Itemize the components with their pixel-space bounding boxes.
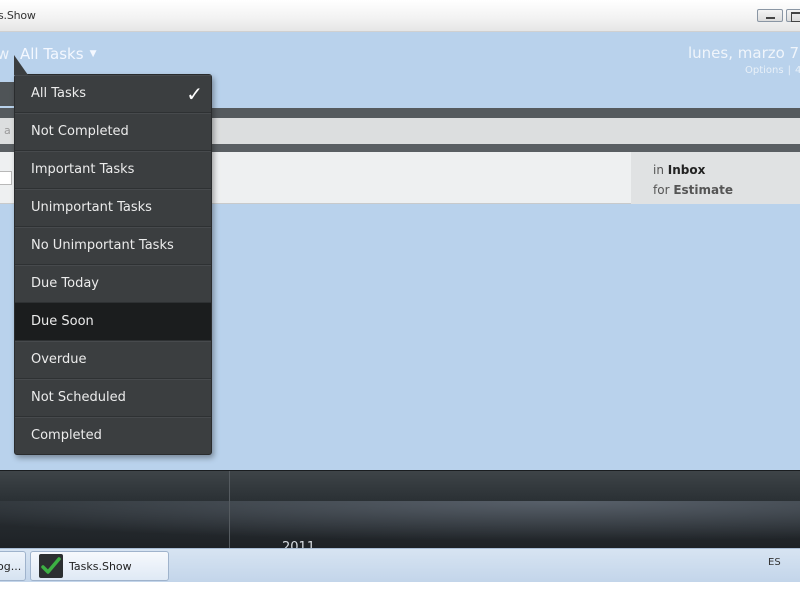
title-bar: s.Show — [0, 0, 800, 32]
menu-item-unimportant-tasks[interactable]: Unimportant Tasks — [15, 189, 211, 227]
menu-item-important-tasks[interactable]: Important Tasks — [15, 151, 211, 189]
in-prefix: in — [653, 163, 664, 177]
maximize-button[interactable] — [786, 9, 800, 22]
task-tag-name[interactable]: Estimate — [673, 183, 733, 197]
view-filter-menu: All Tasks ✓ Not Completed Important Task… — [14, 55, 212, 455]
menu-item-due-today[interactable]: Due Today — [15, 265, 211, 303]
options-link[interactable]: Options — [745, 65, 784, 76]
taskbar-item-other-label: og... — [0, 559, 22, 573]
menu-item-label: Not Completed — [31, 124, 129, 139]
task-meta: in Inbox for Estimate — [631, 152, 800, 204]
menu-item-label: All Tasks — [31, 86, 87, 101]
calendar-panel: 2011 — [0, 470, 800, 555]
menu-item-no-unimportant-tasks[interactable]: No Unimportant Tasks — [15, 227, 211, 265]
view-prefix-label: w — [0, 45, 10, 63]
current-date: lunes, marzo 7, 2 — [688, 44, 800, 62]
screen-edge — [0, 582, 800, 600]
task-list-info: in Inbox — [653, 163, 705, 177]
panel-gloss — [0, 501, 800, 549]
checkmark-icon: ✓ — [186, 82, 203, 106]
menu-item-label: Overdue — [31, 352, 87, 367]
taskbar: og... Tasks.Show — [0, 548, 800, 582]
view-filter-dropdown[interactable]: All Tasks ▼ — [20, 45, 96, 63]
task-checkbox[interactable] — [0, 171, 12, 185]
caret-down-icon: ▼ — [89, 49, 97, 59]
add-task-tab[interactable] — [0, 82, 14, 106]
menu-item-label: Unimportant Tasks — [31, 200, 152, 215]
for-prefix: for — [653, 183, 670, 197]
menu-item-label: Completed — [31, 428, 102, 443]
menu-item-all-tasks[interactable]: All Tasks ✓ — [15, 75, 211, 113]
menu-item-label: Due Today — [31, 276, 99, 291]
menu-pointer — [14, 55, 28, 75]
menu-item-label: Not Scheduled — [31, 390, 126, 405]
menu-item-label: No Unimportant Tasks — [31, 238, 174, 253]
taskbar-item-tasks-show-label: Tasks.Show — [69, 559, 132, 573]
header-links: Options | 4 — [745, 65, 800, 76]
menu-item-not-scheduled[interactable]: Not Scheduled — [15, 379, 211, 417]
language-indicator[interactable]: ES — [768, 557, 781, 568]
search-placeholder: a — [4, 124, 11, 137]
window-title: s.Show — [0, 9, 36, 22]
panel-divider — [229, 471, 230, 549]
taskbar-item-tasks-show[interactable]: Tasks.Show — [30, 551, 169, 581]
header-link-2[interactable]: 4 — [795, 65, 800, 76]
task-list-name[interactable]: Inbox — [668, 163, 706, 177]
link-separator: | — [787, 65, 791, 76]
menu-item-label: Important Tasks — [31, 162, 135, 177]
minimize-button[interactable] — [757, 9, 783, 22]
view-filter-label: All Tasks — [20, 45, 84, 63]
menu-item-label: Due Soon — [31, 314, 94, 329]
menu-item-completed[interactable]: Completed — [15, 417, 211, 455]
taskbar-item-other[interactable]: og... — [0, 551, 26, 581]
menu-item-overdue[interactable]: Overdue — [15, 341, 211, 379]
menu-item-not-completed[interactable]: Not Completed — [15, 113, 211, 151]
task-tag-info: for Estimate — [653, 183, 733, 197]
checkmark-app-icon — [39, 554, 63, 578]
menu-item-due-soon[interactable]: Due Soon — [15, 303, 211, 341]
